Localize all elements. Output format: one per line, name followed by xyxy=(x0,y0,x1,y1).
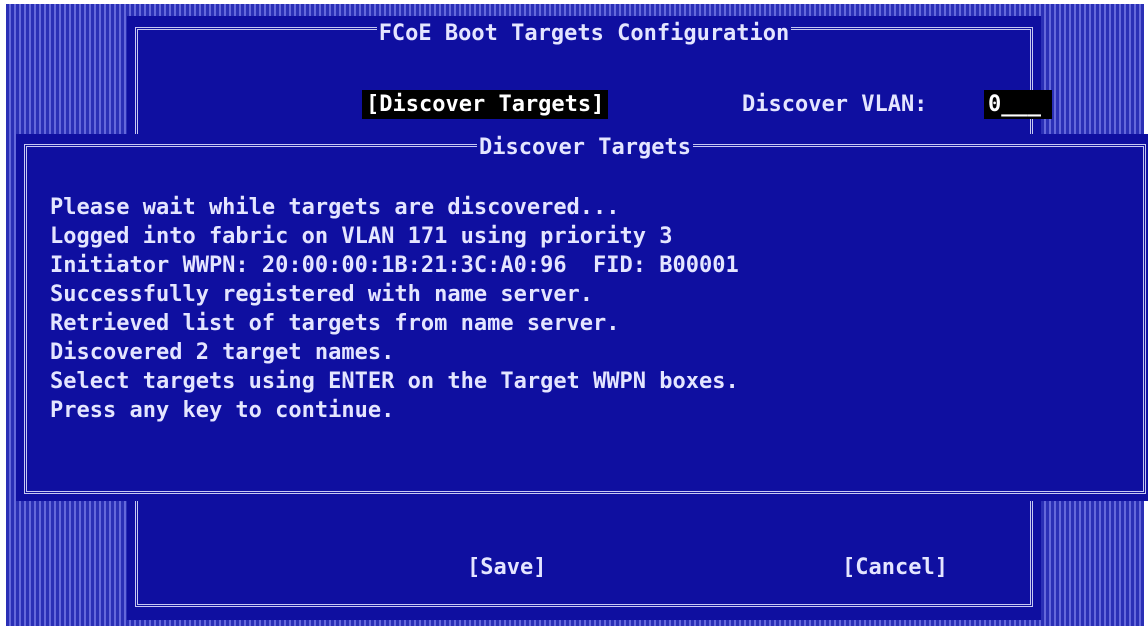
bios-screen: FCoE Boot Targets Configuration [Discove… xyxy=(6,4,1148,626)
popup-title: Discover Targets xyxy=(477,135,693,160)
discover-vlan-input[interactable]: 0___ xyxy=(984,90,1052,119)
log-line: Successfully registered with name server… xyxy=(50,282,594,307)
discover-vlan-label: Discover VLAN: xyxy=(742,92,928,117)
discovery-log: Please wait while targets are discovered… xyxy=(50,193,739,425)
cancel-button[interactable]: [Cancel] xyxy=(842,553,948,582)
log-line: Logged into fabric on VLAN 171 using pri… xyxy=(50,224,673,249)
save-button[interactable]: [Save] xyxy=(467,553,546,582)
log-line: Discovered 2 target names. xyxy=(50,340,395,365)
popup-title-bar: Discover Targets xyxy=(16,134,1148,162)
log-line: Retrieved list of targets from name serv… xyxy=(50,311,620,336)
discover-targets-button[interactable]: [Discover Targets] xyxy=(362,90,609,119)
log-line: Select targets using ENTER on the Target… xyxy=(50,369,739,394)
dialog-title-bar: FCoE Boot Targets Configuration xyxy=(127,20,1041,48)
log-line: Press any key to continue. xyxy=(50,398,395,423)
dialog-title: FCoE Boot Targets Configuration xyxy=(376,21,792,46)
log-line: Please wait while targets are discovered… xyxy=(50,195,620,220)
discover-targets-popup: Discover Targets Please wait while targe… xyxy=(16,134,1148,501)
log-line: Initiator WWPN: 20:00:00:1B:21:3C:A0:96 … xyxy=(50,253,739,278)
